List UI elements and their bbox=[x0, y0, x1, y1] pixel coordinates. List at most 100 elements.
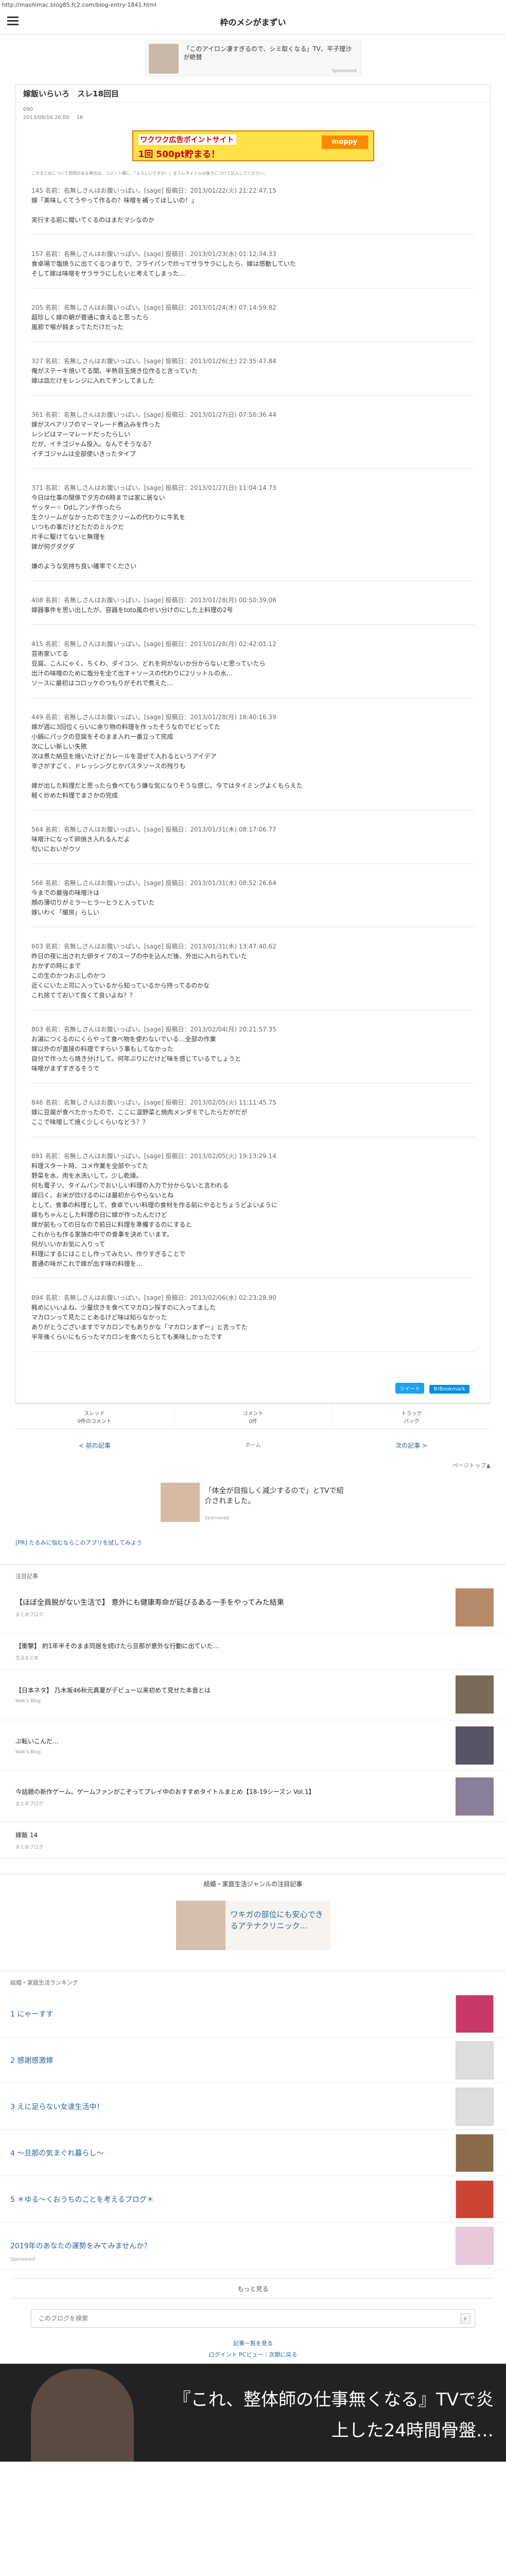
ranking-thumbnail-image bbox=[456, 2180, 494, 2218]
post-header: 415 名前：名無しさんはお腹いっぱい。[sage] 投稿日：2013/01/2… bbox=[31, 640, 276, 648]
share-bar: ツイート B!Bookmark bbox=[16, 1377, 490, 1403]
more-button[interactable]: もっと見る bbox=[12, 2278, 494, 2299]
video-ad[interactable]: 『これ、整体師の仕事無くなる』TVで炎上した24時間骨盤… bbox=[0, 2364, 506, 2462]
post-header: 408 名前：名無しさんはお腹いっぱい。[sage] 投稿日：2013/01/2… bbox=[31, 597, 276, 604]
news-title: ぷ転いこんだ… bbox=[15, 1738, 59, 1745]
ad-thumbnail-image bbox=[148, 44, 179, 74]
ranking-item[interactable]: 2019年のあなたの運勢をみてみませんか？ Sponsored bbox=[0, 2223, 506, 2269]
footer-links: 記事一覧を見る ログイント PCビュー｜次期に戻る bbox=[0, 2338, 506, 2361]
pr-link[interactable]: [PR] たるみに悩むならこのアプリを試してみよう bbox=[0, 1531, 506, 1554]
ranking-item[interactable]: 5 ＊ゆる〜くおうちのことを考えるブログ＊ bbox=[0, 2176, 506, 2223]
video-person-image bbox=[31, 2369, 134, 2462]
news-text: 【日本ネタ】 乃木坂46秋元真夏がデビュー以来初めて見せた本音とは Wak's B… bbox=[15, 1685, 449, 1704]
news-item[interactable]: 【ほぼ全員脱がない生活で】 意外にも健康寿命が延びるある一手をやってみた結果 まと… bbox=[0, 1582, 506, 1633]
band-sponsored-ad[interactable]: ワキガの部位にも安心できるアテナクリニック… bbox=[176, 1901, 330, 1950]
ad-thumbnail-image bbox=[160, 1483, 200, 1522]
thread-action[interactable]: スレッド 0件のコメント bbox=[15, 1404, 174, 1429]
ad-text: ワキガの部位にも安心できるアテナクリニック… bbox=[230, 1910, 323, 1930]
site-header: 枠のメシがまずい bbox=[0, 10, 506, 35]
news-item[interactable]: 今話題の新作ゲーム。ゲームファンがこぞってプレイ中のおすすめタイトルまとめ【18… bbox=[0, 1771, 506, 1822]
search-input[interactable] bbox=[31, 2310, 475, 2327]
post-header: 603 名前：名無しさんはお腹いっぱい。[sage] 投稿日：2013/01/3… bbox=[31, 943, 276, 950]
post-item: 371 名前：名無しさんはお腹いっぱい。[sage] 投稿日：2013/01/2… bbox=[31, 483, 475, 581]
home-link[interactable]: ホーム bbox=[174, 1434, 333, 1457]
all-articles-link[interactable]: 記事一覧を見る bbox=[0, 2338, 506, 2349]
news-source: Wak's Blog bbox=[15, 1750, 41, 1755]
news-source: まとめブログ bbox=[15, 1801, 44, 1807]
news-item[interactable]: 嫁飯 14 まとめブログ bbox=[0, 1822, 506, 1858]
news-item[interactable]: ぷ転いこんだ… Wak's Blog bbox=[0, 1720, 506, 1771]
news-item[interactable]: 【衝撃】 約1年半そのまま同居を続けたら旦那が意外な行動に出ていた… 生活まとめ bbox=[0, 1633, 506, 1669]
tag-label[interactable]: 090 bbox=[23, 107, 33, 112]
news-title: 嫁飯 14 bbox=[15, 1832, 38, 1839]
news-text: 嫁飯 14 まとめブログ bbox=[15, 1830, 494, 1850]
post-item: 449 名前：名無しさんはお腹いっぱい。[sage] 投稿日：2013/01/2… bbox=[31, 713, 475, 810]
news-section-title: 注目記事 bbox=[0, 1564, 506, 1582]
comment-action[interactable]: コメント 0件 bbox=[174, 1404, 333, 1429]
news-title: 【衝撃】 約1年半そのまま同居を続けたら旦那が意外な行動に出ていた… bbox=[15, 1642, 219, 1650]
hamburger-menu-icon[interactable] bbox=[7, 16, 19, 26]
article-title: 嫁飯いらいろ スレ18回目 bbox=[16, 85, 490, 103]
post-header: 449 名前：名無しさんはお腹いっぱい。[sage] 投稿日：2013/01/2… bbox=[31, 714, 276, 721]
search-icon[interactable]: ⌕ bbox=[460, 2313, 470, 2324]
news-title: 【日本ネタ】 乃木坂46秋元真夏がデビュー以来初めて見せた本音とは bbox=[15, 1687, 211, 1694]
ranking-item[interactable]: 2 感謝感激嫁 bbox=[0, 2037, 506, 2083]
article-meta: 090 2013/09/16 20:00 16 bbox=[16, 103, 490, 127]
prev-article-link[interactable]: < 前の記事 bbox=[15, 1434, 174, 1457]
mid-sponsored-ad[interactable]: 「体全が目指しく減少するので」とTVで紹介されました。 Sponsored bbox=[160, 1483, 346, 1522]
post-item: 603 名前：名無しさんはお腹いっぱい。[sage] 投稿日：2013/01/3… bbox=[31, 942, 475, 1010]
ranking-thumbnail-image bbox=[456, 2226, 494, 2265]
post-body: 昨日の夜に出された卵タイプのスープの中を込んだ後、外出に入れられていた おかずの… bbox=[31, 953, 247, 999]
ranking-thumbnail-image bbox=[456, 2133, 494, 2172]
post-header: 361 名前：名無しさんはお腹いっぱい。[sage] 投稿日：2013/01/2… bbox=[31, 411, 276, 418]
post-header: 566 名前：名無しさんはお腹いっぱい。[sage] 投稿日：2013/01/3… bbox=[31, 879, 276, 887]
moppy-banner-ad[interactable]: ワクワク広告ポイントサイト 1回 500pt貯まる！ moppy bbox=[132, 130, 374, 161]
login-pc-view-link[interactable]: ログイント PCビュー｜次期に戻る bbox=[0, 2349, 506, 2361]
post-body: 軽めにいいよね、少量炊きを食べてマカロン探すのに入ってました マカロンって見たこ… bbox=[31, 1304, 248, 1341]
blog-search: ⌕ bbox=[31, 2309, 475, 2328]
article-actions: スレッド 0件のコメント コメント 0件 トラック バック bbox=[15, 1403, 491, 1429]
ranking-item[interactable]: 4 〜旦那の気まぐれ暮らし〜 bbox=[0, 2130, 506, 2176]
post-body: 味噌汁になって卵焼き入れるんだよ 匂いにおいがウソ bbox=[31, 836, 130, 853]
hatena-bookmark-button[interactable]: B!Bookmark bbox=[429, 1385, 469, 1394]
post-body: 料理スタート時、コメ作業を全部やってた 野菜を水、肉を水洗いして。少し乾燥。 何… bbox=[31, 1162, 277, 1267]
top-sponsored-ad[interactable]: 「このアイロン凄すぎるので、シミ取くなる」TV、平子理沙が絶賛 Sponsore… bbox=[145, 40, 361, 76]
post-date: 2013/09/16 20:00 bbox=[23, 115, 69, 121]
next-article-link[interactable]: 次の記事 > bbox=[332, 1434, 491, 1457]
article: 嫁飯いらいろ スレ18回目 090 2013/09/16 20:00 16 ワクワ… bbox=[15, 84, 491, 1403]
sponsored-label: Sponsored bbox=[204, 1516, 230, 1521]
news-text: 今話題の新作ゲーム。ゲームファンがこぞってプレイ中のおすすめタイトルまとめ【18… bbox=[15, 1787, 449, 1807]
post-body: 今日は仕事の関係で夕方の6時までは家に居ない ヤッター☆ Ddしアンチ作ったら … bbox=[31, 494, 186, 570]
post-body: 嫁が週に3回位くらいに余り物の料理を作ったそうなのでビビってた 小鍋にパックの豆… bbox=[31, 723, 303, 799]
post-header: 881 名前：名無しさんはお腹いっぱい。[sage] 投稿日：2013/02/0… bbox=[31, 1153, 276, 1160]
tweet-button[interactable]: ツイート bbox=[395, 1383, 425, 1394]
ranking-thumbnail-image bbox=[456, 1994, 494, 2033]
banner-line2: 1回 500pt貯まる！ bbox=[138, 149, 220, 160]
ranking-label: 2019年のあなたの運勢をみてみませんか？ bbox=[10, 2242, 151, 2250]
post-item: 408 名前：名無しさんはお腹いっぱい。[sage] 投稿日：2013/01/2… bbox=[31, 596, 475, 625]
ranking-thumbnail-image bbox=[456, 2087, 494, 2126]
news-item[interactable]: 【日本ネタ】 乃木坂46秋元真夏がデビュー以来初めて見せた本音とは Wak's B… bbox=[0, 1669, 506, 1720]
news-source: Wak's Blog bbox=[15, 1699, 41, 1704]
news-thumbnail-image bbox=[456, 1588, 494, 1626]
page-top-link[interactable]: ページトップ▲ bbox=[0, 1457, 506, 1473]
post-header: 371 名前：名無しさんはお腹いっぱい。[sage] 投稿日：2013/01/2… bbox=[31, 484, 276, 492]
ranking-label: 3 えに足らない女達生活中！ bbox=[10, 2103, 104, 2111]
news-text: 【衝撃】 約1年半そのまま同居を続けたら旦那が意外な行動に出ていた… 生活まとめ bbox=[15, 1641, 494, 1661]
post-item: 415 名前：名無しさんはお腹いっぱい。[sage] 投稿日：2013/01/2… bbox=[31, 639, 475, 698]
news-list: 【ほぼ全員脱がない生活で】 意外にも健康寿命が延びるある一手をやってみた結果 まと… bbox=[0, 1582, 506, 1858]
ranking-item[interactable]: 3 えに足らない女達生活中！ bbox=[0, 2083, 506, 2130]
post-header: 803 名前：名無しさんはお腹いっぱい。[sage] 投稿日：2013/02/0… bbox=[31, 1026, 276, 1033]
ranking-label: 2 感謝感激嫁 bbox=[10, 2056, 54, 2065]
post-body: 嫁がスペアリブのマーマレード煮込みを作った レシピはマーマレードだったらしい だ… bbox=[31, 421, 161, 457]
trackback-action[interactable]: トラック バック bbox=[333, 1404, 491, 1429]
ranking-item[interactable]: 1 にゃーすす bbox=[0, 1991, 506, 2037]
post-body: 嫁「美味しくてうやって作るの？味噌を補ってほしいの！」 実行する前に聞いてくるの… bbox=[31, 197, 198, 224]
post-item: 327 名前：名無しさんはお腹いっぱい。[sage] 投稿日：2013/01/2… bbox=[31, 357, 475, 396]
post-item: 205 名前：名無しさんはお腹いっぱい。[sage] 投稿日：2013/01/2… bbox=[31, 303, 475, 342]
site-title[interactable]: 枠のメシがまずい bbox=[0, 10, 506, 35]
genre-band-title: 結婚・家庭生活ジャンルの注目記事 bbox=[0, 1874, 506, 1893]
ranking-list: 1 にゃーすす 2 感謝感激嫁 3 えに足らない女達生活中！ 4 〜旦那の気まぐれ暮ら… bbox=[0, 1991, 506, 2269]
news-source: 生活まとめ bbox=[15, 1656, 39, 1661]
post-header: 564 名前：名無しさんはお腹いっぱい。[sage] 投稿日：2013/01/3… bbox=[31, 826, 276, 833]
